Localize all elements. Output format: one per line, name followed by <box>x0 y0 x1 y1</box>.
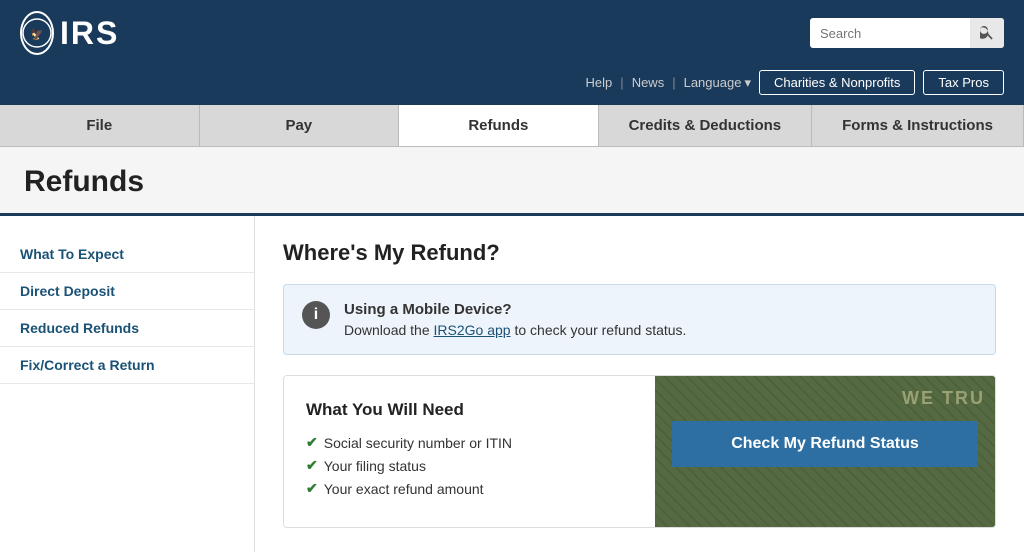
irs2go-app-link[interactable]: IRS2Go app <box>434 322 511 338</box>
sidebar-item-direct-deposit[interactable]: Direct Deposit <box>0 273 254 310</box>
card-title: What You Will Need <box>306 400 633 420</box>
nav-item-refunds[interactable]: Refunds <box>399 105 599 146</box>
check-icon-1: ✔ <box>306 434 318 451</box>
nav-item-forms-instructions[interactable]: Forms & Instructions <box>812 105 1024 146</box>
checklist: ✔ Social security number or ITIN ✔ Your … <box>306 434 633 497</box>
sidebar-item-fix-correct-return[interactable]: Fix/Correct a Return <box>0 347 254 384</box>
sidebar: What To Expect Direct Deposit Reduced Re… <box>0 216 255 552</box>
main-content: Where's My Refund? i Using a Mobile Devi… <box>255 216 1024 552</box>
language-button[interactable]: Language ▾ <box>684 75 751 91</box>
utility-nav: Help | News | Language ▾ Charities & Non… <box>0 66 1024 105</box>
info-icon: i <box>302 301 330 329</box>
search-box[interactable] <box>810 18 1004 48</box>
nav-item-credits-deductions[interactable]: Credits & Deductions <box>599 105 813 146</box>
main-nav: File Pay Refunds Credits & Deductions Fo… <box>0 105 1024 147</box>
irs-emblem: 🦅 <box>20 11 54 55</box>
info-box-text: Using a Mobile Device? Download the IRS2… <box>344 301 686 338</box>
checklist-item-3: ✔ Your exact refund amount <box>306 480 633 497</box>
check-icon-2: ✔ <box>306 457 318 474</box>
charities-nonprofits-button[interactable]: Charities & Nonprofits <box>759 70 915 95</box>
refund-card-left: What You Will Need ✔ Social security num… <box>284 376 655 527</box>
header-right <box>810 18 1004 48</box>
irs-logo-text: IRS <box>60 15 119 52</box>
irs-logo: 🦅 IRS <box>20 8 100 58</box>
nav-item-pay[interactable]: Pay <box>200 105 400 146</box>
chevron-down-icon: ▾ <box>744 75 751 91</box>
svg-text:🦅: 🦅 <box>30 27 44 41</box>
checklist-item-1: ✔ Social security number or ITIN <box>306 434 633 451</box>
news-link[interactable]: News <box>632 75 665 90</box>
sidebar-item-what-to-expect[interactable]: What To Expect <box>0 236 254 273</box>
info-box-heading: Using a Mobile Device? <box>344 301 686 318</box>
refund-card-right: WE TRU Check My Refund Status <box>655 376 995 527</box>
info-box: i Using a Mobile Device? Download the IR… <box>283 284 996 355</box>
search-input[interactable] <box>810 22 970 45</box>
content-area: What To Expect Direct Deposit Reduced Re… <box>0 216 1024 552</box>
check-icon-3: ✔ <box>306 480 318 497</box>
sidebar-item-reduced-refunds[interactable]: Reduced Refunds <box>0 310 254 347</box>
tax-pros-button[interactable]: Tax Pros <box>923 70 1004 95</box>
refund-card: What You Will Need ✔ Social security num… <box>283 375 996 528</box>
search-icon <box>980 26 994 40</box>
page-header: Refunds <box>0 147 1024 216</box>
info-box-body: Download the IRS2Go app to check your re… <box>344 322 686 338</box>
page-title: Refunds <box>24 165 1000 199</box>
bill-text: WE TRU <box>902 388 985 409</box>
search-button[interactable] <box>970 18 1004 48</box>
section-title: Where's My Refund? <box>283 240 996 266</box>
help-link[interactable]: Help <box>586 75 613 90</box>
check-refund-status-button[interactable]: Check My Refund Status <box>672 421 978 467</box>
checklist-item-2: ✔ Your filing status <box>306 457 633 474</box>
nav-item-file[interactable]: File <box>0 105 200 146</box>
top-header: 🦅 IRS <box>0 0 1024 66</box>
